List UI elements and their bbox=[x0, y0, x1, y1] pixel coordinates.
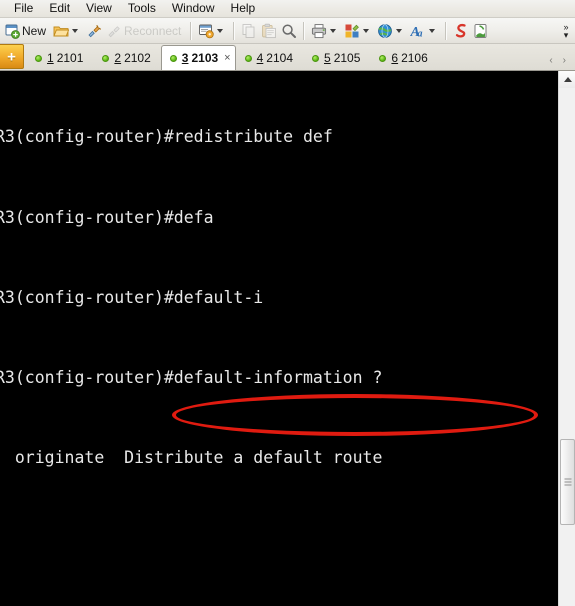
tab-index: 3 bbox=[181, 51, 189, 65]
connect-button[interactable] bbox=[84, 20, 104, 42]
terminal-line: R3(config-router)#defa bbox=[0, 207, 214, 227]
script-button[interactable] bbox=[451, 20, 471, 42]
menu-item-tools[interactable]: Tools bbox=[120, 1, 164, 17]
securecrt-window: File Edit View Tools Window Help New Rec… bbox=[0, 0, 575, 606]
paste-button bbox=[259, 20, 279, 42]
web-button[interactable] bbox=[375, 20, 408, 42]
terminal-line: R3(config-router)#default-i bbox=[0, 287, 264, 307]
notes-button[interactable] bbox=[471, 20, 491, 42]
toolbar-separator-3 bbox=[303, 21, 306, 40]
chevron-up-icon bbox=[563, 77, 572, 82]
terminal-line: originate Distribute a default route bbox=[0, 447, 383, 467]
toolbar-overflow-caret-icon: ▾ bbox=[563, 29, 569, 40]
connection-status-dot-icon bbox=[379, 54, 387, 62]
new-session-label: New bbox=[22, 23, 47, 38]
tab-2104[interactable]: 4 2104 bbox=[236, 46, 303, 70]
tab-label: 2104 bbox=[266, 51, 293, 65]
tab-index: 2 bbox=[114, 51, 122, 65]
print-caret-icon[interactable] bbox=[330, 29, 337, 33]
open-session-button[interactable] bbox=[51, 20, 84, 42]
tab-label: 2103 bbox=[191, 51, 219, 65]
tab-2102[interactable]: 2 2102 bbox=[93, 46, 160, 70]
tab-index: 1 bbox=[47, 51, 54, 65]
globe-icon bbox=[377, 23, 393, 39]
scrollbar-thumb[interactable] bbox=[560, 439, 575, 525]
font-button[interactable]: A a bbox=[408, 20, 441, 42]
tab-label: 2101 bbox=[56, 51, 84, 65]
new-session-icon bbox=[4, 23, 20, 39]
tab-label: 2102 bbox=[124, 51, 151, 65]
plus-icon: + bbox=[7, 48, 16, 65]
web-caret-icon[interactable] bbox=[396, 29, 403, 33]
tab-index: 5 bbox=[324, 51, 331, 65]
copy-icon bbox=[241, 23, 257, 39]
session-options-icon bbox=[198, 23, 215, 39]
tab-label: 2105 bbox=[333, 51, 361, 65]
tab-index: 6 bbox=[391, 51, 399, 65]
menu-item-help[interactable]: Help bbox=[223, 1, 264, 17]
toolbar-overflow-button[interactable]: » ▾ bbox=[559, 22, 573, 40]
connection-status-dot-icon bbox=[244, 54, 252, 62]
menu-item-window[interactable]: Window bbox=[164, 1, 223, 17]
tab-2106[interactable]: 6 2106 bbox=[370, 46, 437, 70]
session-options-button[interactable] bbox=[196, 20, 229, 42]
connect-plug-icon bbox=[86, 23, 102, 39]
print-button[interactable] bbox=[309, 20, 342, 42]
tab-2105[interactable]: 5 2105 bbox=[303, 46, 370, 70]
scrollbar-grip-icon bbox=[564, 478, 571, 486]
svg-text:a: a bbox=[418, 28, 423, 39]
file-transfer-caret-icon[interactable] bbox=[363, 29, 370, 33]
connection-status-dot-icon bbox=[169, 54, 177, 62]
terminal-line: R3(config-router)#default-information ? bbox=[0, 367, 383, 387]
tab-scroll-left-icon[interactable]: ‹ bbox=[544, 55, 557, 66]
connection-status-dot-icon bbox=[102, 54, 110, 62]
tab-scroll-controls: ‹ › bbox=[544, 55, 575, 70]
tab-2103[interactable]: 3 2103 × bbox=[160, 45, 236, 70]
script-icon bbox=[453, 23, 469, 39]
terminal-screen[interactable]: R3(config-router)#redistribute def R3(co… bbox=[0, 71, 558, 606]
tab-bar: + 1 2101 2 2102 3 2103 × 4 2104 5 2105 6… bbox=[0, 44, 575, 71]
tab-scroll-right-icon[interactable]: › bbox=[558, 55, 571, 66]
tab-2101[interactable]: 1 2101 bbox=[26, 46, 93, 70]
copy-button bbox=[239, 20, 259, 42]
font-icon: A a bbox=[410, 23, 426, 40]
file-transfer-icon bbox=[344, 23, 360, 39]
close-tab-icon[interactable]: × bbox=[224, 52, 230, 64]
notes-icon bbox=[473, 23, 489, 39]
reconnect-label: Reconnect bbox=[124, 23, 182, 38]
new-session-button[interactable]: New bbox=[2, 20, 51, 42]
print-icon bbox=[311, 23, 327, 39]
toolbar-separator-1 bbox=[190, 21, 193, 40]
terminal-line: R3(config-router)#redistribute def bbox=[0, 127, 333, 147]
file-transfer-button[interactable] bbox=[342, 20, 375, 42]
paste-icon bbox=[261, 23, 277, 39]
find-button[interactable] bbox=[279, 20, 299, 42]
menu-item-file[interactable]: File bbox=[6, 1, 41, 17]
menu-item-edit[interactable]: Edit bbox=[41, 1, 78, 17]
menu-item-view[interactable]: View bbox=[78, 1, 120, 17]
tab-index: 4 bbox=[256, 51, 264, 65]
menu-bar: File Edit View Tools Window Help bbox=[0, 0, 575, 18]
scroll-up-button[interactable] bbox=[559, 71, 575, 88]
session-options-caret-icon[interactable] bbox=[217, 29, 224, 33]
connection-status-dot-icon bbox=[312, 54, 319, 62]
reconnect-plug-icon bbox=[106, 23, 122, 39]
open-folder-icon bbox=[53, 23, 70, 39]
toolbar-separator-4 bbox=[445, 21, 448, 40]
find-magnifier-icon bbox=[281, 23, 297, 39]
terminal-text: R3(config-router)#redistribute def R3(co… bbox=[0, 71, 558, 606]
tab-label: 2106 bbox=[401, 51, 428, 65]
toolbar-separator-2 bbox=[233, 21, 236, 40]
connection-status-dot-icon bbox=[35, 54, 42, 62]
toolbar: New Reconnect A a » ▾ bbox=[0, 18, 575, 44]
new-tab-button[interactable]: + bbox=[0, 44, 24, 69]
open-session-caret-icon[interactable] bbox=[72, 29, 79, 33]
font-caret-icon[interactable] bbox=[429, 29, 436, 33]
terminal-vertical-scrollbar[interactable] bbox=[558, 71, 575, 606]
reconnect-button: Reconnect bbox=[104, 20, 186, 42]
